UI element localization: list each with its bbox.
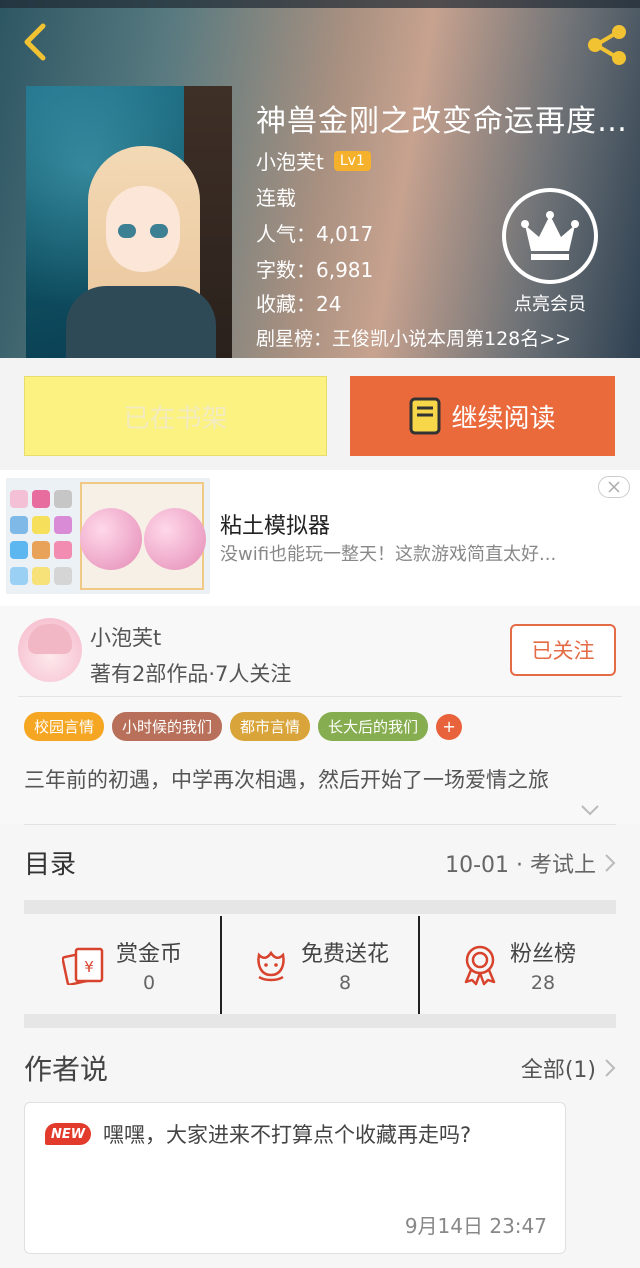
cover-body [66, 286, 216, 358]
ad-banner[interactable]: 粘土模拟器 没wifi也能玩一整天！这款游戏简直太好... [0, 470, 640, 606]
view-all-label: 全部(1) [520, 1058, 596, 1083]
author-avatar[interactable] [18, 618, 82, 682]
new-badge: NEW [45, 1123, 91, 1145]
chevron-down-icon [581, 805, 599, 816]
back-button[interactable] [14, 22, 54, 62]
author-name[interactable]: 小泡芙t [256, 146, 324, 175]
fan-ranking-button[interactable]: 粉丝榜 28 [418, 916, 616, 1014]
section-separator [24, 900, 616, 914]
vip-circle [502, 188, 598, 284]
svg-text:¥: ¥ [84, 958, 94, 976]
serial-status: 连载 [256, 186, 296, 210]
ad-slime-ball [144, 508, 206, 570]
catalog-latest: 10-01 · 考试上 [445, 847, 616, 879]
close-icon [608, 481, 620, 493]
cover-eye [118, 224, 136, 238]
book-title: 神兽金刚之改变命运再度... [256, 104, 628, 139]
catalog-label: 目录 [24, 850, 77, 880]
vip-button[interactable]: 点亮会员 [500, 188, 600, 316]
stat-value: 0 [142, 972, 156, 994]
book-header: 神兽金刚之改变命运再度... 小泡芙t Lv1 连载 人气：4,017 字数：6… [0, 0, 640, 358]
red-envelope-icon: ¥ [61, 947, 104, 985]
message-time: 9月14日 23:47 [404, 1214, 547, 1238]
medal-icon [464, 945, 496, 986]
tag[interactable]: 小时候的我们 [112, 712, 223, 741]
author-says-header: 作者说 全部(1) [24, 1040, 616, 1096]
expand-intro-button[interactable] [580, 802, 600, 816]
share-button[interactable] [584, 22, 630, 68]
tag[interactable]: 都市言情 [230, 712, 311, 741]
ad-slime-ball [80, 508, 142, 570]
ad-description: 没wifi也能玩一整天！这款游戏简直太好... [220, 544, 557, 565]
stat-value: 8 [338, 972, 352, 994]
stat-text: 免费送花 8 [301, 936, 389, 994]
stat-text: 赏金币 0 [116, 936, 182, 994]
stat-value: 28 [530, 972, 556, 994]
tag-list: 校园言情 小时候的我们 都市言情 长大后的我们 + [24, 712, 463, 741]
chevron-right-icon [605, 853, 616, 872]
section-separator [24, 1014, 616, 1028]
continue-reading-label: 继续阅读 [451, 403, 556, 434]
book-icon [409, 397, 441, 435]
popularity: 人气：4,017 [256, 222, 374, 246]
follow-button[interactable]: 已关注 [510, 624, 616, 676]
continue-reading-button[interactable]: 继续阅读 [350, 376, 615, 456]
action-bar: 已在书架 继续阅读 [0, 358, 640, 470]
level-badge: Lv1 [333, 150, 371, 171]
ad-close-button[interactable] [598, 476, 630, 498]
view-all-button[interactable]: 全部(1) [521, 1052, 616, 1084]
book-intro: 三年前的初遇，中学再次相遇，然后开始了一场爱情之旅 [24, 768, 549, 792]
vip-label: 点亮会员 [514, 294, 586, 315]
tag[interactable]: 长大后的我们 [318, 712, 429, 741]
author-card: 小泡芙t 著有2部作品·7人关注 已关注 校园言情 小时候的我们 都市言情 长大… [0, 606, 640, 824]
catalog-row[interactable]: 目录 10-01 · 考试上 [24, 824, 616, 900]
author-card-stats: 著有2部作品·7人关注 [90, 662, 292, 686]
ad-title[interactable]: 粘土模拟器 [220, 508, 330, 540]
author-message-card[interactable]: NEW 嘿嘿，大家进来不打算点个收藏再走吗? 9月14日 23:47 [24, 1102, 566, 1254]
share-icon [588, 25, 626, 65]
stats-row: ¥ 赏金币 0 免费送花 8 粉丝榜 28 [24, 916, 616, 1014]
crown-icon [521, 211, 579, 260]
cover-eye [150, 224, 168, 238]
stat-label: 粉丝榜 [509, 942, 576, 967]
favorites-count: 收藏：24 [256, 292, 342, 316]
in-shelf-button[interactable]: 已在书架 [24, 376, 327, 456]
book-cover[interactable] [26, 86, 232, 358]
ad-jar-grid [10, 490, 76, 586]
chevron-right-icon [605, 1059, 616, 1077]
author-says-label: 作者说 [24, 1053, 109, 1086]
rank-link[interactable]: 剧星榜：王俊凯小说本周第128名>> [256, 324, 571, 351]
tag[interactable]: 校园言情 [24, 712, 105, 741]
stat-label: 赏金币 [115, 942, 182, 967]
stat-text: 粉丝榜 28 [510, 936, 576, 994]
divider [18, 696, 622, 697]
ad-image[interactable] [6, 478, 210, 594]
more-tags-button[interactable]: + [436, 713, 463, 740]
latest-chapter: 10-01 · 考试上 [445, 852, 596, 878]
word-count: 字数：6,981 [256, 258, 374, 282]
author-card-name[interactable]: 小泡芙t [90, 622, 161, 652]
send-flower-button[interactable]: 免费送花 8 [220, 916, 418, 1014]
flower-icon [257, 950, 285, 982]
author-line: 小泡芙t Lv1 [256, 146, 371, 175]
stat-label: 免费送花 [300, 942, 389, 967]
back-arrow-icon [24, 23, 46, 61]
reward-coins-button[interactable]: ¥ 赏金币 0 [24, 916, 220, 1014]
author-message: 嘿嘿，大家进来不打算点个收藏再走吗? [103, 1123, 472, 1147]
